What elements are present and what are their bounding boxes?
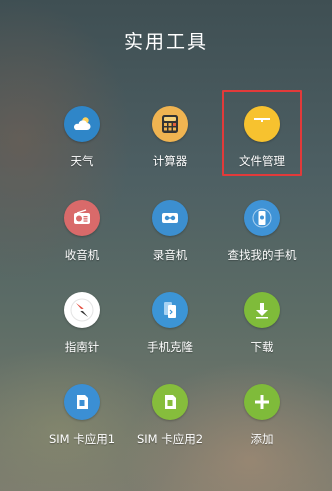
app-label: SIM 卡应用1: [48, 432, 116, 446]
radio-icon: [64, 200, 100, 236]
sim-card-1-icon: [64, 384, 100, 420]
sim-card-2-icon: [152, 384, 188, 420]
download-icon: [244, 292, 280, 328]
app-label: 查找我的手机: [227, 248, 297, 262]
app-sim-card-1[interactable]: SIM 卡应用1: [34, 384, 130, 447]
app-find-my-phone[interactable]: 查找我的手机: [214, 200, 310, 263]
app-label: SIM 卡应用2: [136, 432, 204, 446]
app-calculator[interactable]: 计算器: [122, 106, 218, 169]
app-label: 指南针: [64, 340, 100, 354]
app-label: 天气: [70, 154, 94, 168]
app-label: 收音机: [64, 248, 100, 262]
app-add[interactable]: 添加: [214, 384, 310, 447]
app-radio[interactable]: 收音机: [34, 200, 130, 263]
phone-clone-icon: [152, 292, 188, 328]
app-compass[interactable]: 指南针: [34, 292, 130, 355]
app-recorder[interactable]: 录音机: [122, 200, 218, 263]
find-my-phone-icon: [244, 200, 280, 236]
weather-icon: [64, 106, 100, 142]
app-label: 录音机: [152, 248, 188, 262]
app-label: 计算器: [152, 154, 188, 168]
calculator-icon: [152, 106, 188, 142]
app-label: 添加: [250, 432, 274, 446]
app-download[interactable]: 下载: [214, 292, 310, 355]
app-phone-clone[interactable]: 手机克隆: [122, 292, 218, 355]
highlight-box: [222, 90, 302, 176]
app-label: 手机克隆: [147, 340, 193, 354]
app-weather[interactable]: 天气: [34, 106, 130, 169]
app-label: 下载: [250, 340, 274, 354]
compass-icon: [64, 292, 100, 328]
add-icon: [244, 384, 280, 420]
app-sim-card-2[interactable]: SIM 卡应用2: [122, 384, 218, 447]
folder-title: 实用工具: [123, 31, 208, 53]
recorder-icon: [152, 200, 188, 236]
